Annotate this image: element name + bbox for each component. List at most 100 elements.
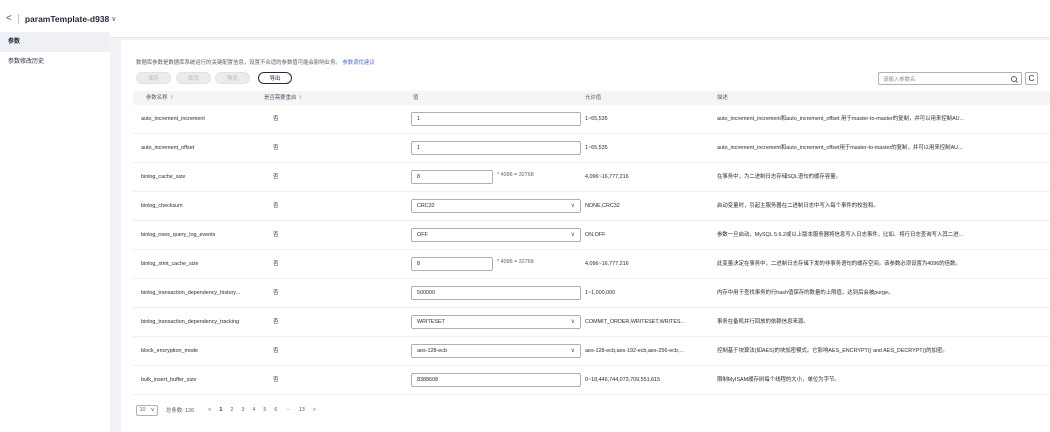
value-multiplier: * 4096 = 32768	[497, 259, 534, 265]
table-row: auto_increment_offset 否 1 1~65,535 auto_incr…	[133, 134, 1050, 163]
export-button[interactable]: 导出	[258, 72, 292, 84]
value-input[interactable]: 8	[411, 257, 493, 271]
page-header: < paramTemplate-d938 ∨	[0, 0, 1050, 38]
value-select[interactable]: aes-128-ecb ∨	[411, 344, 581, 358]
table-row: binlog_cache_size 否 8 * 4096 = 32768 4,096~1…	[133, 163, 1050, 192]
allowed-values: 1~65,535	[585, 116, 608, 122]
table-row: binlog_transaction_dependency_history...…	[133, 279, 1050, 308]
search-placeholder: 请输入参数名	[883, 76, 916, 83]
value-input[interactable]: 8	[411, 170, 493, 184]
value-input[interactable]: 1	[411, 141, 581, 155]
param-name: block_encryption_mode	[141, 348, 198, 354]
param-description: 内存中用于查找事务的行hash值保存的数量的上限值，达到后会被purge。	[717, 290, 894, 296]
value-input[interactable]: 500000	[411, 286, 581, 300]
header-description: 描述	[717, 95, 728, 101]
allowed-values: ON,OFF	[585, 232, 606, 238]
description-text: 数据库参数是数据库系统运行的关键配置信息，设置不合适的参数值可能会影响业务。	[136, 60, 341, 66]
sidebar-item-parameters[interactable]: 参数	[0, 32, 110, 52]
table-row: block_encryption_mode 否 aes-128-ecb ∨ aes-12…	[133, 337, 1050, 366]
table-row: binlog_stmt_cache_size 否 8 * 4096 = 32768 4,…	[133, 250, 1050, 279]
page-number[interactable]: 1	[219, 407, 222, 413]
param-description: 启动变量时，引起主服务器在二进制日志中写入每个事件的校验和。	[717, 203, 879, 209]
preview-button[interactable]: 预览	[215, 72, 250, 84]
page-number[interactable]: 13	[299, 407, 305, 413]
value-multiplier: * 4096 = 32768	[497, 172, 534, 178]
next-page-icon[interactable]: >	[313, 407, 316, 413]
page-number: ···	[285, 407, 291, 413]
restart-required: 否	[273, 377, 279, 383]
param-name: binlog_transaction_dependency_tracking	[141, 319, 240, 325]
header-value: 值	[413, 95, 419, 101]
allowed-values: 4,096~16,777,216	[585, 261, 629, 267]
restart-required: 否	[273, 261, 279, 267]
chevron-down-icon: ∨	[570, 319, 575, 325]
allowed-values: 1~65,535	[585, 145, 608, 151]
value-input[interactable]: 1	[411, 112, 581, 126]
restart-required: 否	[273, 232, 279, 238]
header-divider	[17, 13, 19, 24]
page-number[interactable]: 2	[230, 407, 233, 413]
param-name: bulk_insert_buffer_size	[141, 377, 197, 383]
refresh-button[interactable]: C	[1025, 72, 1038, 85]
header-allowed: 允许值	[585, 95, 602, 101]
chevron-down-icon: ∨	[570, 232, 575, 238]
allowed-values: NONE,CRC32	[585, 203, 620, 209]
sort-icon[interactable]: ⇕	[298, 95, 302, 101]
table-header: 参数名称 ⇕ 是否需要重启 ⇕ 值 允许值 描述	[133, 91, 1050, 105]
restart-required: 否	[273, 319, 279, 325]
param-name: binlog_stmt_cache_size	[141, 261, 199, 267]
back-icon[interactable]: <	[6, 13, 12, 24]
page-number[interactable]: 5	[263, 407, 266, 413]
table-row: bulk_insert_buffer_size 否 8388608 0~18,446,…	[133, 366, 1050, 395]
restart-required: 否	[273, 174, 279, 180]
page-title: paramTemplate-d938	[24, 13, 110, 24]
restart-required: 否	[273, 290, 279, 296]
param-description: auto_increment_increment和auto_increment_…	[717, 145, 963, 151]
param-description: 参数一旦启动，MySQL 5.6.2或以上版本服务器将信息写入日志事件，比如、将…	[717, 232, 963, 238]
table-row: binlog_transaction_dependency_tracking 否 W…	[133, 308, 1050, 337]
page-size-select[interactable]: 10 ∨	[136, 404, 158, 416]
page-number[interactable]: 3	[241, 407, 244, 413]
allowed-values: 1~1,000,000	[585, 290, 616, 296]
total-count: 总条数: 126	[166, 408, 195, 414]
chevron-down-icon: ∨	[150, 407, 155, 413]
tuning-advice-link[interactable]: 参数调优建议	[342, 60, 374, 66]
prev-page-icon[interactable]: <	[208, 407, 211, 413]
chevron-down-icon[interactable]: ∨	[111, 15, 116, 23]
restart-required: 否	[273, 348, 279, 354]
sidebar: 参数 参数修改历史	[0, 32, 110, 432]
param-description: 事务在备机并行回放的依赖信息来源。	[717, 319, 809, 325]
value-select[interactable]: WRITESET ∨	[411, 315, 581, 329]
param-name: binlog_cache_size	[141, 174, 186, 180]
value-input[interactable]: 8388608	[411, 373, 581, 387]
header-restart[interactable]: 是否需要重启 ⇕	[264, 91, 303, 105]
save-button[interactable]: 保存	[136, 72, 171, 84]
param-name: auto_increment_increment	[141, 116, 205, 122]
table-row: auto_increment_increment 否 1 1~65,535 auto_i…	[133, 105, 1050, 134]
search-input[interactable]: 请输入参数名	[878, 72, 1022, 85]
allowed-values: aes-128-ecb,aes-192-ecb,aes-256-ecb,...	[585, 348, 684, 354]
param-name: binlog_transaction_dependency_history...	[141, 290, 241, 296]
header-name[interactable]: 参数名称 ⇕	[146, 91, 174, 105]
cancel-button[interactable]: 取消	[176, 72, 211, 84]
sort-icon[interactable]: ⇕	[170, 95, 174, 101]
value-select[interactable]: OFF ∨	[411, 228, 581, 242]
value-select[interactable]: CRC32 ∨	[411, 199, 581, 213]
page-number[interactable]: 6	[274, 407, 277, 413]
restart-required: 否	[273, 145, 279, 151]
page-number[interactable]: 4	[252, 407, 255, 413]
allowed-values: COMMIT_ORDER,WRITESET,WRITES...	[585, 319, 686, 325]
search-icon[interactable]	[1011, 75, 1017, 82]
param-name: binlog_rows_query_log_events	[141, 232, 216, 238]
main-panel: 数据库参数是数据库系统运行的关键配置信息，设置不合适的参数值可能会影响业务。 参…	[121, 40, 1050, 432]
allowed-values: 0~18,446,744,073,709,551,615	[585, 377, 661, 383]
param-description: auto_increment_increment和auto_increment_…	[717, 116, 965, 122]
sidebar-item-history[interactable]: 参数修改历史	[0, 52, 110, 72]
description: 数据库参数是数据库系统运行的关键配置信息，设置不合适的参数值可能会影响业务。 参…	[136, 58, 375, 66]
chevron-down-icon: ∨	[570, 348, 575, 354]
restart-required: 否	[273, 116, 279, 122]
restart-required: 否	[273, 203, 279, 209]
table-row: binlog_rows_query_log_events 否 OFF ∨ ON,OFF 参…	[133, 221, 1050, 250]
allowed-values: 4,096~16,777,216	[585, 174, 629, 180]
chevron-down-icon: ∨	[570, 203, 575, 209]
